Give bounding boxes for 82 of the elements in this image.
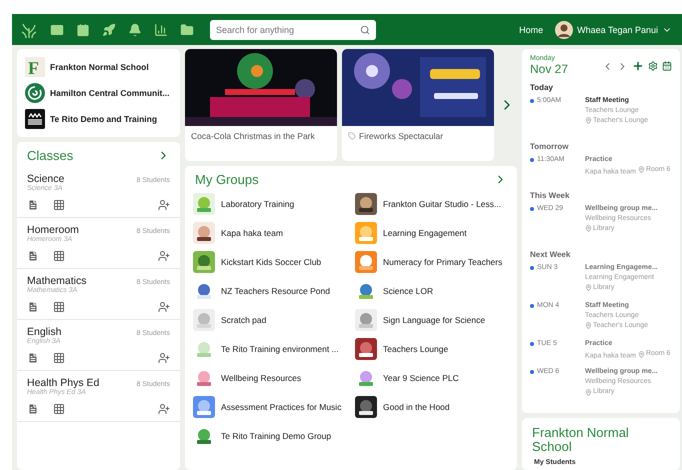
group-item[interactable]: Te Rito Training Demo Group: [193, 425, 353, 447]
card-title: Classes: [27, 148, 74, 163]
bar-chart-icon[interactable]: [154, 22, 168, 36]
search-icon: [360, 24, 370, 34]
section-heading: Today: [530, 83, 554, 92]
event-title: Coca-Cola Christmas in the Park: [190, 130, 316, 143]
home-link[interactable]: Home: [519, 24, 544, 34]
add-person-icon[interactable]: [158, 403, 170, 415]
event-card[interactable]: Fireworks Spectacular: [342, 49, 494, 161]
bell-icon[interactable]: [128, 22, 142, 36]
pin-icon: [638, 166, 645, 174]
add-person-icon[interactable]: [158, 199, 170, 211]
group-item[interactable]: Numeracy for Primary Teachers: [355, 251, 515, 273]
class-name[interactable]: Mathematics: [27, 275, 87, 287]
event-dot: [530, 342, 534, 346]
rocket-icon[interactable]: [102, 22, 116, 36]
group-item[interactable]: Learning Engagement: [355, 222, 515, 244]
card-title: Frankton Normal School: [531, 424, 630, 456]
swirl-logo-icon: [25, 83, 45, 103]
event-dot: [530, 207, 534, 212]
calendar-icon[interactable]: [662, 61, 672, 71]
document-icon[interactable]: [27, 403, 39, 415]
document-icon[interactable]: [27, 199, 39, 211]
event-dot: [530, 158, 534, 162]
pin-icon: [585, 322, 592, 330]
group-item[interactable]: Kapa haka team: [193, 222, 353, 244]
add-person-icon[interactable]: [158, 301, 170, 313]
grid-icon[interactable]: [53, 199, 65, 211]
document-icon[interactable]: [27, 301, 39, 313]
section-heading: This Week: [530, 191, 570, 200]
add-person-icon[interactable]: [158, 250, 170, 262]
class-name[interactable]: English: [27, 326, 62, 338]
group-item[interactable]: Year 9 Science PLC: [355, 367, 515, 389]
event-dot: [530, 370, 534, 374]
calendar-date: Nov 27: [530, 62, 568, 76]
school-item[interactable]: Hamilton Central Communit...: [17, 80, 180, 106]
group-item[interactable]: Good in the Hood: [355, 396, 515, 418]
group-item[interactable]: Assessment Practices for Music: [193, 396, 353, 418]
pin-icon: [585, 225, 592, 232]
group-item[interactable]: Teachers Lounge: [355, 338, 515, 360]
tag-icon: [348, 132, 356, 140]
event-card[interactable]: Coca-Cola Christmas in the Park: [185, 49, 337, 161]
pin-icon: [585, 284, 592, 292]
grid-icon[interactable]: [53, 250, 65, 262]
avatar-icon: [555, 20, 574, 38]
search-field[interactable]: Search for anything: [210, 20, 376, 40]
class-name[interactable]: Health Phys Ed: [27, 377, 100, 389]
add-icon[interactable]: [632, 60, 644, 72]
grid-icon[interactable]: [53, 403, 65, 415]
class-name[interactable]: Science: [27, 173, 64, 185]
group-item[interactable]: Sign Language for Science: [355, 309, 515, 331]
group-item[interactable]: NZ Teachers Resource Pond: [193, 280, 353, 302]
group-item[interactable]: Te Rito Training environment ...: [193, 338, 353, 360]
school-item[interactable]: Te Rito Demo and Training: [17, 106, 180, 132]
grid-icon[interactable]: [53, 352, 65, 364]
event-dot: [530, 99, 534, 103]
school-item[interactable]: F Frankton Normal School: [17, 54, 180, 80]
group-item[interactable]: Scratch pad: [193, 309, 353, 331]
event-dot: [530, 304, 534, 308]
school-logo-icon: F: [25, 57, 45, 77]
group-item[interactable]: Science LOR: [355, 280, 515, 302]
document-icon[interactable]: [27, 352, 39, 364]
add-person-icon[interactable]: [158, 352, 170, 364]
document-icon[interactable]: [27, 250, 39, 262]
group-item[interactable]: Wellbeing Resources: [193, 367, 353, 389]
waves-logo-icon: [25, 109, 45, 129]
grid-icon[interactable]: [53, 301, 65, 313]
section-heading: Next Week: [530, 250, 572, 260]
event-dot: [530, 266, 534, 270]
settings-icon[interactable]: [648, 61, 658, 71]
group-item[interactable]: Laboratory Training: [193, 193, 353, 215]
group-item[interactable]: Frankton Guitar Studio - Less...: [355, 193, 515, 215]
event-title: Fireworks Spectacular: [342, 126, 494, 146]
class-name[interactable]: Homeroom: [27, 224, 79, 236]
pin-icon: [585, 388, 592, 396]
section-heading: Tomorrow: [530, 142, 570, 151]
pin-icon: [638, 350, 645, 358]
pin-icon: [585, 117, 592, 124]
user-menu[interactable]: Whaea Tegan Panui: [555, 20, 672, 38]
card-title: My Groups: [195, 172, 259, 187]
group-item[interactable]: Kickstart Kids Soccer Club: [193, 251, 353, 273]
folder-icon[interactable]: [180, 22, 194, 36]
